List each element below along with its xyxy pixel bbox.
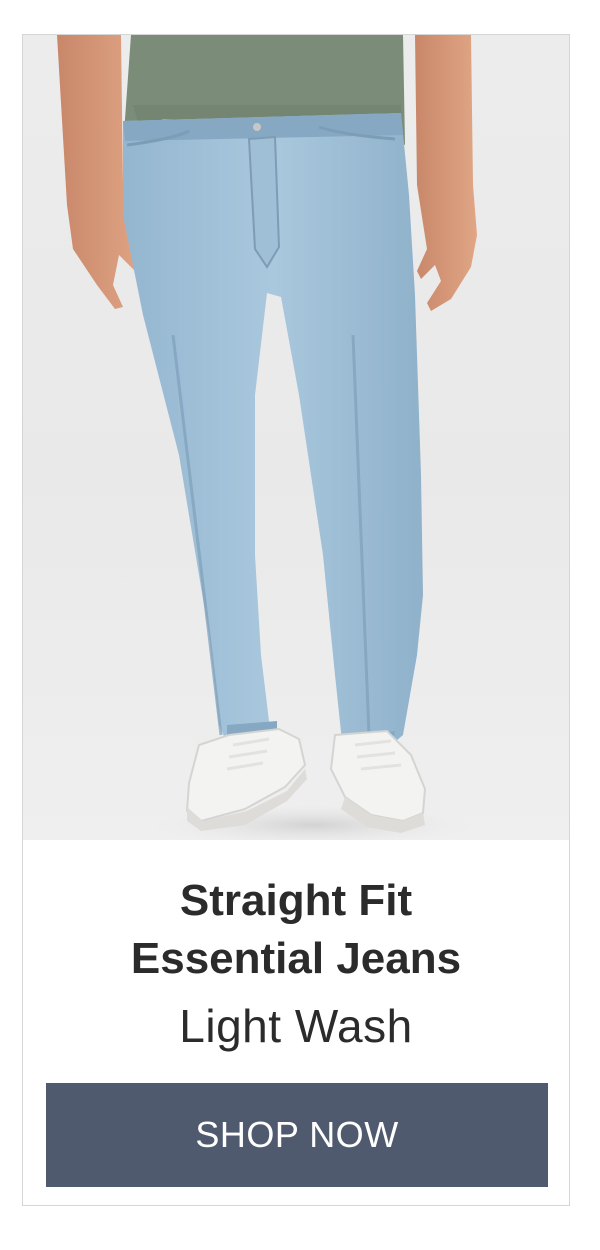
product-card[interactable]: Straight Fit Essential Jeans Light Wash …: [22, 34, 570, 1206]
product-title-line1: Straight Fit: [179, 876, 413, 925]
product-image[interactable]: [23, 35, 569, 840]
product-title-line2: Essential Jeans: [130, 934, 462, 983]
product-variant: Light Wash: [179, 1000, 413, 1052]
shop-now-button[interactable]: SHOP NOW: [46, 1083, 548, 1187]
